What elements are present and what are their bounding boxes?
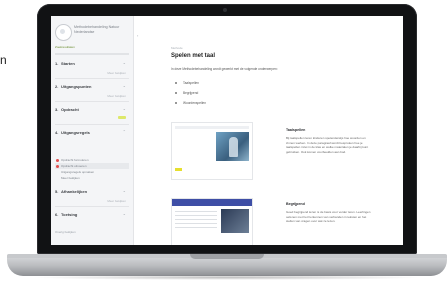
section-title: Uitgangspunten (61, 84, 92, 89)
sidebar: Methodebehandeling Natuur Nederlandse Zo… (51, 16, 134, 245)
sidebar-section-uitgangspunten[interactable]: 2. Uitgangspunten ⌄ Meer bekijken (55, 81, 129, 102)
person-figure-icon (229, 137, 238, 157)
laptop-base (7, 254, 447, 276)
section-title-taalspellen: Taalspellen (286, 128, 306, 132)
section-title: Starten (61, 61, 75, 66)
card-header-bar (172, 199, 252, 206)
section-meta[interactable]: Meer bekijken (107, 94, 126, 98)
section-text-taalspellen: Bij taalspellen leren kinderen spelender… (286, 136, 369, 154)
section-number: 2. (55, 84, 59, 89)
chevron-down-icon[interactable]: ⌄ (123, 83, 126, 88)
section-meta[interactable]: Meer bekijken (107, 71, 126, 75)
laptop-lid: Methodebehandeling Natuur Nederlandse Zo… (37, 4, 417, 254)
chevron-down-icon[interactable]: ⌄ (123, 106, 126, 111)
section-number: 3. (55, 107, 59, 112)
breadcrumb[interactable]: Methode (171, 46, 183, 50)
sub-item[interactable]: Meer bekijken (55, 175, 129, 181)
section-meta[interactable]: Meer bekijken (107, 199, 126, 203)
section-title: Opdracht (61, 107, 79, 112)
sidebar-bottom-label[interactable]: Overig bekijken (55, 230, 76, 234)
section-number: 1. (55, 61, 59, 66)
sidebar-section-starten[interactable]: 1. Starten ⌄ Meer bekijken (55, 58, 129, 79)
laptop-shadow (30, 275, 425, 280)
sub-item-list: Opdracht formuleren Opdracht uitvoeren U… (55, 157, 129, 181)
section-title-begrijpend: Begrijpend (286, 202, 305, 206)
trackpad-notch (190, 254, 264, 259)
search-label: Zoekresultaten (55, 45, 75, 49)
sub-item-label: Uitgangsregels opmaken (61, 170, 95, 174)
card-cta-button[interactable] (175, 168, 182, 171)
section-number: 6. (55, 212, 59, 217)
section-title: Afhankelijken (61, 189, 88, 194)
intro-text: In deze Methodebehandeling wordt gewerkt… (171, 67, 278, 71)
chevron-down-icon[interactable]: ⌄ (123, 60, 126, 65)
section-title: Uitgangsregels (61, 130, 90, 135)
alert-dot-icon (56, 165, 59, 168)
sidebar-section-uitgangsregels[interactable]: 4. Uitgangsregels ⌃ (55, 127, 129, 155)
camera-icon (223, 8, 227, 12)
section-text-begrijpend: Goed begrijpend lezen is de basis voor v… (286, 210, 371, 224)
brand-name: Methodebehandeling Natuur Nederlandse (74, 25, 120, 34)
main-content: Methode Spelen met taal In deze Methodeb… (149, 16, 399, 245)
topic-list: Taalspellen Begrijpend Woordenspellen (175, 78, 206, 108)
preview-card-taalspellen[interactable] (171, 122, 253, 180)
page-title: Spelen met taal (171, 53, 216, 59)
card-header-bar (175, 126, 249, 129)
search-input[interactable] (55, 53, 129, 55)
section-number: 5. (55, 189, 59, 194)
alert-dot-icon (56, 159, 59, 162)
section-title: Toetsing (61, 212, 78, 217)
card-photo (221, 209, 249, 233)
stray-text: n (0, 53, 6, 67)
sub-item-label: Opdracht uitvoeren (61, 164, 87, 168)
card-text-lines (175, 211, 217, 231)
sub-item-label: Meer bekijken (61, 176, 80, 180)
section-number: 4. (55, 130, 59, 135)
list-item: Taalspellen (175, 78, 206, 88)
sidebar-section-opdracht[interactable]: 3. Opdracht ⌄ (55, 104, 129, 125)
brand[interactable]: Methodebehandeling Natuur Nederlandse (55, 23, 129, 43)
laptop-screen: Methodebehandeling Natuur Nederlandse Zo… (51, 16, 403, 245)
collapse-sidebar-icon[interactable]: ‹ (137, 33, 138, 38)
chevron-down-icon[interactable]: ⌄ (123, 188, 126, 193)
list-item: Begrijpend (175, 88, 206, 98)
progress-badge (118, 116, 126, 119)
chevron-up-icon[interactable]: ⌃ (123, 129, 126, 134)
sidebar-section-afhankelijken[interactable]: 5. Afhankelijken ⌄ Meer bekijken (55, 186, 129, 207)
preview-card-begrijpend[interactable] (171, 198, 253, 245)
chevron-down-icon[interactable]: ⌄ (123, 211, 126, 216)
brand-logo-icon (55, 24, 72, 41)
sub-item-label: Opdracht formuleren (61, 158, 89, 162)
list-item: Woordenspellen (175, 98, 206, 108)
sidebar-section-toetsing[interactable]: 6. Toetsing ⌄ (55, 209, 129, 229)
